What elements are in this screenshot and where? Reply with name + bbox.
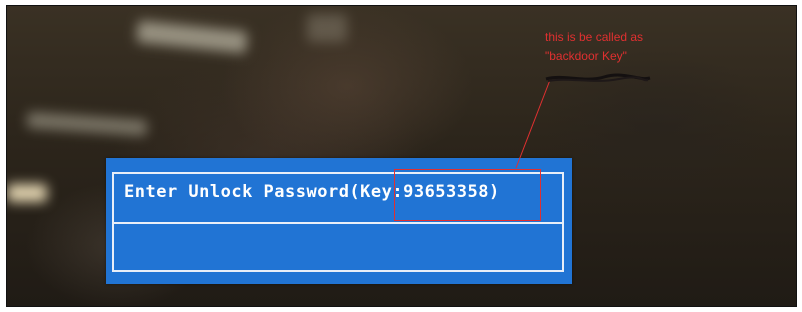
annotation-line-1: this is be called as bbox=[545, 30, 644, 44]
annotation-line-2: "backdoor Key" bbox=[545, 49, 627, 63]
screen-photo: Enter Unlock Password(Key:93653358) this… bbox=[6, 5, 797, 307]
scribble-mark bbox=[545, 73, 651, 82]
annotation-pointer-line bbox=[515, 79, 551, 169]
annotation-note: this is be called as "backdoor Key" bbox=[545, 28, 643, 66]
